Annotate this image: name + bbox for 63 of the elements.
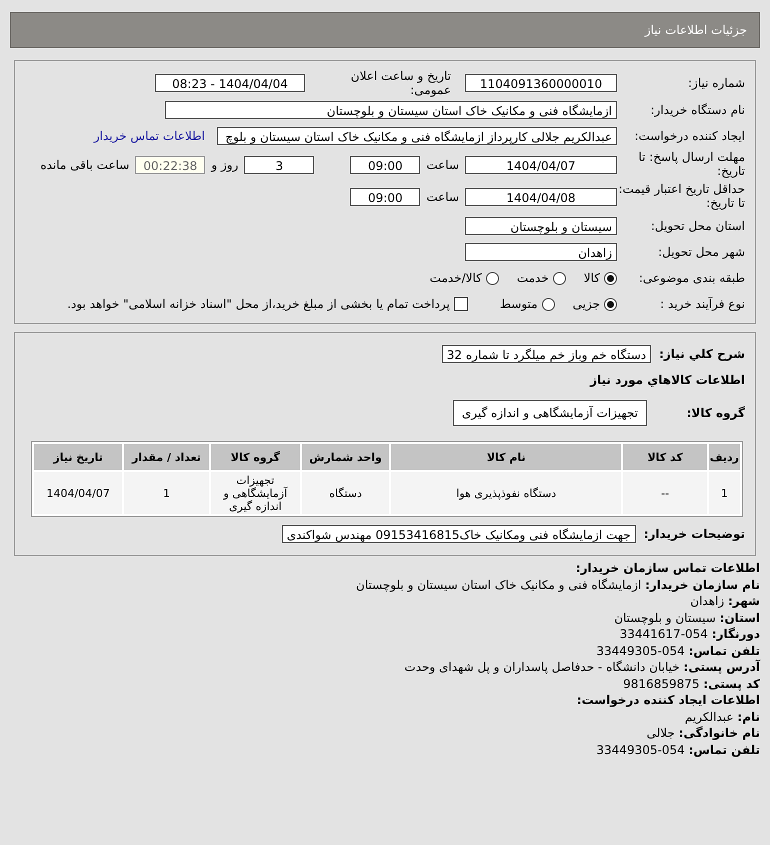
field-label: طبقه بندی موضوعی: [638,271,745,285]
contact-line: آدرس پستی: خیابان دانشگاه - حدفاصل پاسداران و پل شهدای وحدت [403,659,760,676]
field-label: شهر محل تحویل: [657,245,745,259]
province-field: سیستان و بلوچستان [465,217,617,235]
page-title: جزئیات اطلاعات نیاز [644,23,747,37]
description-field: دستگاه خم وباز خم میلگرد تا شماره 32 [442,345,652,363]
field-label: توضیحات خریدار: [642,527,745,541]
days-field: 3 [244,156,314,174]
creator-field: عبدالکریم جلالی کارپرداز ازمایشگاه فنی و مکانیک خاک استان سیستان و بلوچ [217,127,617,145]
contact-line: نام خانوادگی: جلالی [646,725,760,742]
field-label: تاریخ و ساعت اعلان عمومی: [350,69,452,97]
field-label: روز و [210,158,240,172]
remaining-time-field: 00:22:38 [135,156,206,174]
column-header: نام کالا [391,444,622,470]
category-radio[interactable]: کالا/خدمت [430,271,499,285]
field-label: ساعت باقی مانده [39,158,130,172]
table-cell: -- [623,472,707,514]
column-header: ردیف [708,444,740,470]
contact-line: نام سازمان خریدار: ازمایشگاه فنی و مکانیک خاک استان سیستان و بلوچستان [355,576,760,593]
city-field: زاهدان [465,243,617,261]
deadline-time-field: 09:00 [350,156,420,174]
field-label: ساعت [425,158,460,172]
field-label: مهلت ارسال پاسخ: تا تاریخ: [637,151,745,179]
section-title: اطلاعات ایجاد کننده درخواست: [576,692,760,708]
table-cell: 1 [708,472,740,514]
goods-group-field: تجهیزات آزمایشگاهی و اندازه گیری [452,400,647,426]
column-header: تعداد / مقدار [124,444,209,470]
field-label: ایجاد کننده درخواست: [633,129,745,143]
category-radio[interactable]: خدمت [516,271,566,285]
column-header: گروه کالا [210,444,300,470]
section-title: اطلاعات کالاهاي مورد نياز [588,373,745,387]
process-radio[interactable]: جزیی [572,297,617,311]
field-label: حداقل تاریخ اعتبار قیمت: تا تاریخ: [617,183,745,211]
table-cell: تجهیزات آزمایشگاهی و اندازه گیری [210,472,300,514]
process-radio[interactable]: متوسط [500,297,555,311]
deadline-date-field: 1404/04/07 [465,156,617,174]
table-cell: دستگاه [302,472,390,514]
field-label: استان محل تحویل: [650,219,745,233]
table-cell: 1404/04/07 [34,472,122,514]
buyer-contact-link[interactable]: اطلاعات تماس خریدار [94,129,205,143]
field-label: شرح کلي نياز: [658,347,745,361]
need-number-field: 1104091360000010 [465,74,617,92]
table-cell: دستگاه نفوذپذیری هوا [391,472,622,514]
column-header: تاریخ نیاز [34,444,122,470]
buyer-name-field: ازمایشگاه فنی و مکانیک خاک استان سیستان و بلوچستان [165,101,617,119]
buyer-notes-field: جهت ازمایشگاه فنی ومکانیک خاک09153416815 مهندس شواکندی [282,525,636,543]
announce-date-field: 1404/04/04 - 08:23 [155,74,305,92]
section-title: اطلاعات تماس سازمان خریدار: [574,560,760,576]
contact-line: استان: سیستان و بلوچستان [613,610,760,626]
column-header: کد کالا [623,444,707,470]
contact-line: شهر: زاهدان [689,593,760,610]
column-header: واحد شمارش [302,444,390,470]
field-label: شماره نیاز: [687,76,745,90]
field-label: نام دستگاه خریدار: [650,103,745,117]
field-label: گروه کالا: [686,406,745,420]
category-radio[interactable]: کالا [584,271,617,285]
validity-date-field: 1404/04/08 [465,188,617,206]
validity-time-field: 09:00 [350,188,420,206]
field-label: نوع فرآیند خرید : [659,297,745,311]
contact-line: نام: عبدالکریم [684,708,760,725]
table-cell: 1 [124,472,209,514]
field-label: ساعت [425,190,460,204]
payment-checkbox[interactable]: پرداخت تمام یا بخشی از مبلغ خرید،از محل "اسناد خزانه اسلامی" خواهد بود. [67,297,468,311]
